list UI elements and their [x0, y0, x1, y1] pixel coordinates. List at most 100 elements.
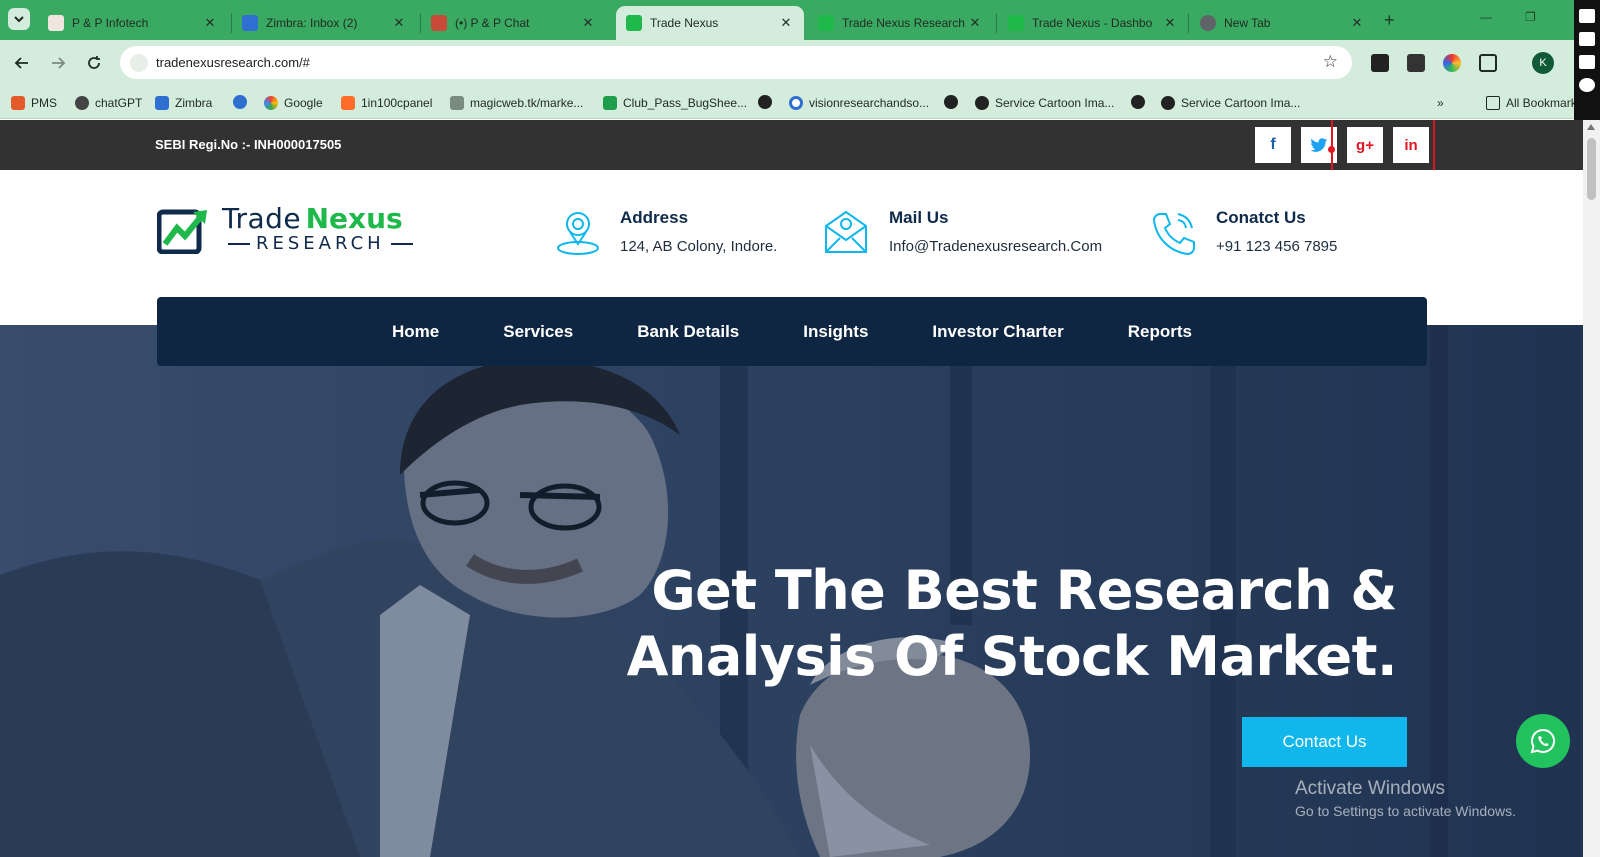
extension-color-icon[interactable]	[1443, 54, 1461, 72]
browser-tab-strip: P & P Infotech ✕ Zimbra: Inbox (2) ✕ (•)…	[0, 0, 1600, 40]
bookmarks-bar: PMS chatGPT Zimbra Google 1in100cpanel m…	[0, 85, 1600, 119]
tab-trade-nexus-research[interactable]: Trade Nexus Research ✕	[808, 6, 993, 40]
trade-nexus-logo-icon	[157, 209, 207, 254]
sheets-favicon-icon	[603, 96, 617, 110]
phone-icon	[1152, 213, 1195, 256]
tab-close-icon[interactable]: ✕	[580, 15, 596, 31]
camera-icon[interactable]	[1579, 9, 1595, 23]
tab-search-button[interactable]	[8, 8, 30, 30]
tab-close-icon[interactable]: ✕	[967, 15, 983, 31]
address-bar[interactable]: tradenexusresearch.com/# ☆	[120, 46, 1352, 79]
mail-value[interactable]: Info@Tradenexusresearch.Com	[889, 238, 1102, 255]
tab-trade-nexus-dashboard[interactable]: Trade Nexus - Dashbo ✕	[998, 6, 1188, 40]
new-tab-button[interactable]: +	[1384, 10, 1395, 31]
settings-gear-icon[interactable]	[1579, 78, 1595, 92]
phone-value[interactable]: +91 123 456 7895	[1216, 238, 1337, 255]
whatsapp-chat-button[interactable]	[1516, 714, 1570, 768]
zimbra-favicon-icon	[155, 96, 169, 110]
chat-favicon-icon	[431, 15, 447, 31]
bookmark-google[interactable]: Google	[264, 94, 323, 112]
sebi-registration-text: SEBI Regi.No :- INH000017505	[155, 137, 342, 152]
nav-bank-details[interactable]: Bank Details	[637, 322, 739, 342]
tab-p-p-infotech[interactable]: P & P Infotech ✕	[38, 6, 228, 40]
bookmark-label: Club_Pass_BugShee...	[623, 96, 748, 110]
scroll-up-arrow-icon[interactable]	[1587, 124, 1595, 130]
bookmark-label: PMS	[31, 96, 58, 110]
address-title: Address	[620, 208, 689, 227]
pms-favicon-icon	[11, 96, 25, 110]
bookmark-cpanel[interactable]: 1in100cpanel	[341, 94, 432, 112]
tab-close-icon[interactable]: ✕	[778, 15, 794, 31]
screen-recorder-strip	[1574, 0, 1600, 124]
back-arrow-icon[interactable]	[11, 52, 33, 74]
bookmark-magicweb[interactable]: magicweb.tk/marke...	[450, 94, 583, 112]
web-page: SEBI Regi.No :- INH000017505 f g+ in Tra…	[0, 120, 1583, 857]
extension-check-icon[interactable]	[1407, 54, 1425, 72]
nav-investor-charter[interactable]: Investor Charter	[932, 322, 1063, 342]
bookmark-globe-icon[interactable]	[758, 95, 772, 109]
nav-services[interactable]: Services	[503, 322, 573, 342]
chrome-favicon-icon	[1200, 15, 1216, 31]
bookmark-visionresearch[interactable]: visionresearchandso...	[789, 94, 929, 112]
windows-activation-subtitle: Go to Settings to activate Windows.	[1295, 803, 1516, 819]
trade-nexus-logo[interactable]: Trade Nexus RESEARCH	[222, 202, 419, 254]
windows-activation-title: Activate Windows	[1295, 778, 1445, 799]
bookmark-club-pass[interactable]: Club_Pass_BugShee...	[603, 94, 747, 112]
contact-us-button[interactable]: Contact Us	[1242, 717, 1407, 767]
twitter-icon	[1310, 137, 1328, 152]
site-info-icon[interactable]	[130, 54, 148, 72]
tab-label: Trade Nexus	[650, 16, 719, 30]
whatsapp-icon	[1530, 728, 1555, 754]
bookmark-chatgpt[interactable]: chatGPT	[75, 94, 142, 112]
bookmark-label: Google	[284, 96, 323, 110]
extension-f-icon[interactable]	[1371, 54, 1389, 72]
nav-reports[interactable]: Reports	[1128, 322, 1192, 342]
tab-close-icon[interactable]: ✕	[1349, 15, 1365, 31]
chevron-down-icon	[14, 16, 24, 23]
tab-close-icon[interactable]: ✕	[202, 15, 218, 31]
profile-avatar[interactable]: K	[1532, 52, 1554, 74]
phone-title: Conatct Us	[1216, 208, 1306, 227]
google-favicon-icon	[264, 96, 278, 110]
scrollbar-thumb[interactable]	[1587, 138, 1596, 200]
bookmark-zimbra[interactable]: Zimbra	[155, 94, 212, 112]
bookmark-globe-icon[interactable]	[944, 95, 958, 109]
window-icon[interactable]	[1579, 55, 1595, 69]
magicweb-favicon-icon	[450, 96, 464, 110]
tab-zimbra[interactable]: Zimbra: Inbox (2) ✕	[232, 6, 417, 40]
reload-icon[interactable]	[83, 52, 105, 74]
vision-favicon-icon	[789, 96, 803, 110]
nav-insights[interactable]: Insights	[803, 322, 868, 342]
bookmark-blue-icon[interactable]	[233, 95, 247, 109]
video-icon[interactable]	[1579, 32, 1595, 46]
nav-home[interactable]: Home	[392, 322, 439, 342]
page-scrollbar[interactable]	[1583, 120, 1600, 857]
tab-label: Trade Nexus - Dashbo	[1032, 16, 1153, 30]
folder-icon	[1486, 96, 1500, 110]
bookmark-globe-icon[interactable]	[1131, 95, 1145, 109]
forward-arrow-icon[interactable]	[47, 52, 69, 74]
hero-headline: Get The Best Research & Analysis Of Stoc…	[627, 558, 1398, 690]
bookmark-pms[interactable]: PMS	[11, 94, 57, 112]
tab-trade-nexus-active[interactable]: Trade Nexus ✕	[616, 6, 804, 40]
all-bookmarks-button[interactable]: All Bookmarks	[1486, 94, 1583, 112]
tab-separator	[1188, 13, 1189, 33]
facebook-link[interactable]: f	[1255, 127, 1291, 163]
tab-separator	[996, 13, 997, 33]
bookmark-service-cartoon-1[interactable]: Service Cartoon Ima...	[975, 94, 1114, 112]
tab-new-tab[interactable]: New Tab ✕	[1190, 6, 1375, 40]
minimize-icon[interactable]: —	[1480, 10, 1492, 24]
bookmark-service-cartoon-2[interactable]: Service Cartoon Ima...	[1161, 94, 1300, 112]
tab-close-icon[interactable]: ✕	[391, 15, 407, 31]
tab-close-icon[interactable]: ✕	[1162, 15, 1178, 31]
tab-pp-chat[interactable]: (•) P & P Chat ✕	[421, 6, 606, 40]
bookmark-star-icon[interactable]: ☆	[1323, 52, 1338, 72]
restore-icon[interactable]: ❐	[1525, 10, 1536, 24]
tab-label: Zimbra: Inbox (2)	[266, 16, 358, 30]
tab-label: Trade Nexus Research	[842, 16, 965, 30]
trade-nexus-favicon-icon	[1008, 15, 1024, 31]
hero-headline-line-1: Get The Best Research &	[651, 559, 1397, 622]
extensions-puzzle-icon[interactable]	[1479, 54, 1497, 72]
infotech-favicon-icon	[48, 15, 64, 31]
bookmarks-overflow-button[interactable]: »	[1437, 94, 1444, 112]
